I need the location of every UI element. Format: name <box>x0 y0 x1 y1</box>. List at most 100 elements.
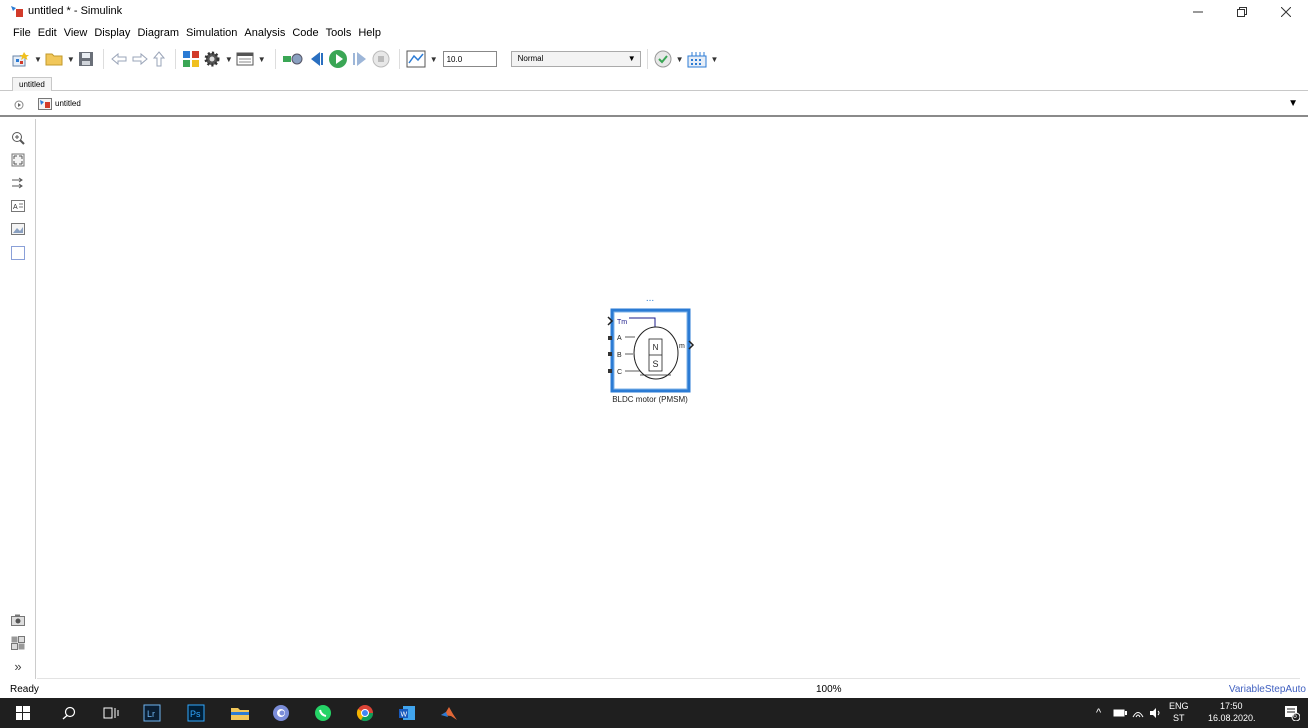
open-model-button[interactable] <box>45 48 63 70</box>
chrome-icon <box>356 705 374 722</box>
menu-help[interactable]: Help <box>355 24 384 42</box>
model-explorer-button[interactable] <box>236 48 254 70</box>
tab-bar: untitled <box>0 77 1308 91</box>
photoshop-taskbar-icon[interactable]: Ps <box>185 703 207 723</box>
file-explorer-taskbar-icon[interactable] <box>229 703 251 723</box>
step-forward-icon <box>352 52 366 66</box>
simulation-mode-select[interactable]: Normal ▼ <box>510 51 641 67</box>
maximize-button[interactable] <box>1220 0 1264 24</box>
library-browser-icon <box>182 51 199 67</box>
windows-taskbar: Lr Ps W ^ ENG ST 17:50 16.08.2020. 6 <box>0 698 1308 728</box>
image-button[interactable] <box>11 222 25 236</box>
chevron-down-icon[interactable]: ▼ <box>676 55 684 64</box>
menu-view[interactable]: View <box>61 24 91 42</box>
forward-button[interactable] <box>131 48 149 70</box>
matlab-icon <box>441 707 457 720</box>
toolbar-separator <box>102 49 104 69</box>
save-button[interactable] <box>78 48 94 70</box>
chrome-taskbar-icon[interactable] <box>354 703 376 723</box>
run-button[interactable] <box>328 48 348 70</box>
port-a-connector[interactable] <box>608 336 612 340</box>
expand-palette-icon[interactable]: » <box>11 659 25 674</box>
menu-display[interactable]: Display <box>91 24 133 42</box>
word-taskbar-icon[interactable]: W <box>396 703 418 723</box>
title-bar: untitled * - Simulink <box>0 0 1308 24</box>
build-button[interactable] <box>687 48 707 70</box>
back-button[interactable] <box>110 48 128 70</box>
notifications-icon[interactable] <box>1284 705 1300 721</box>
library-browser-button[interactable] <box>182 48 200 70</box>
solver-link[interactable]: VariableStepAuto <box>1229 684 1306 695</box>
model-browser-button[interactable] <box>11 636 25 650</box>
area-button[interactable] <box>11 246 25 260</box>
up-button[interactable] <box>152 48 166 70</box>
menu-file[interactable]: File <box>10 24 34 42</box>
task-view-icon <box>103 707 119 719</box>
chevron-up-icon[interactable]: ^ <box>1096 707 1101 719</box>
menu-edit[interactable]: Edit <box>35 24 60 42</box>
route-lines-button[interactable] <box>11 176 25 190</box>
chevron-down-icon[interactable]: ▼ <box>225 55 233 64</box>
screenshot-button[interactable] <box>11 613 25 627</box>
hide-show-browser-icon[interactable] <box>14 100 24 110</box>
step-back-icon <box>310 52 323 66</box>
minimize-button[interactable] <box>1176 0 1220 24</box>
update-diagram-button[interactable] <box>282 48 304 70</box>
step-forward-button[interactable] <box>351 48 369 70</box>
block-more-indicator[interactable]: ... <box>646 293 654 304</box>
chevron-down-icon[interactable]: ▼ <box>711 55 719 64</box>
chevron-down-icon[interactable]: ▼ <box>1288 98 1298 109</box>
port-b-connector[interactable] <box>608 352 612 356</box>
port-c-connector[interactable] <box>608 369 612 373</box>
tab-untitled[interactable]: untitled <box>12 77 52 91</box>
clock-time[interactable]: 17:50 <box>1220 701 1243 711</box>
menu-analysis[interactable]: Analysis <box>241 24 288 42</box>
word-icon: W <box>399 706 415 720</box>
model-settings-button[interactable] <box>203 48 221 70</box>
chevron-down-icon[interactable]: ▼ <box>34 55 42 64</box>
search-button[interactable] <box>58 703 80 723</box>
menu-diagram[interactable]: Diagram <box>134 24 182 42</box>
chevron-down-icon[interactable]: ▼ <box>430 55 438 64</box>
matlab-taskbar-icon[interactable] <box>438 703 460 723</box>
model-browser-icon <box>11 636 25 650</box>
bittorrent-taskbar-icon[interactable] <box>270 703 292 723</box>
svg-text:Lr: Lr <box>147 709 155 719</box>
task-view-button[interactable] <box>100 703 122 723</box>
model-canvas[interactable]: ... Tm A B C m N S BLDC motor (PMSM) <box>37 119 1300 680</box>
breadcrumb[interactable]: untitled <box>55 99 81 108</box>
fit-to-view-button[interactable] <box>11 153 25 167</box>
stop-time-input[interactable] <box>442 51 497 67</box>
whatsapp-taskbar-icon[interactable] <box>312 703 334 723</box>
step-back-button[interactable] <box>307 48 325 70</box>
wifi-icon[interactable] <box>1132 707 1144 719</box>
stop-button[interactable] <box>372 48 390 70</box>
speaker-icon[interactable] <box>1149 707 1161 719</box>
model-icon <box>38 98 52 110</box>
close-button[interactable] <box>1264 0 1308 24</box>
menu-code[interactable]: Code <box>289 24 321 42</box>
battery-icon[interactable] <box>1113 709 1127 717</box>
new-model-button[interactable] <box>12 48 30 70</box>
data-inspector-button[interactable] <box>406 48 426 70</box>
fit-to-view-icon <box>11 153 25 167</box>
photoshop-icon: Ps <box>187 704 205 722</box>
block-name[interactable]: BLDC motor (PMSM) <box>612 395 688 404</box>
annotation-button[interactable]: A <box>11 199 25 213</box>
update-diagram-icon <box>282 53 303 65</box>
status-bar: Ready 100% VariableStepAuto <box>0 682 1308 698</box>
clock-date[interactable]: 16.08.2020. <box>1208 713 1256 723</box>
chevron-down-icon[interactable]: ▼ <box>67 55 75 64</box>
simulink-app-icon <box>11 6 23 17</box>
input-language[interactable]: ENG <box>1169 701 1189 711</box>
menu-simulation[interactable]: Simulation <box>183 24 240 42</box>
model-advisor-button[interactable] <box>654 48 672 70</box>
image-icon <box>11 223 25 235</box>
zoom-button[interactable] <box>11 131 25 145</box>
chevron-down-icon[interactable]: ▼ <box>258 55 266 64</box>
start-button[interactable] <box>12 703 34 723</box>
lightroom-taskbar-icon[interactable]: Lr <box>141 703 163 723</box>
bldc-motor-block[interactable]: Tm A B C m N S BLDC motor (PMSM) <box>607 308 695 404</box>
menu-tools[interactable]: Tools <box>323 24 355 42</box>
input-language-variant[interactable]: ST <box>1173 713 1185 723</box>
